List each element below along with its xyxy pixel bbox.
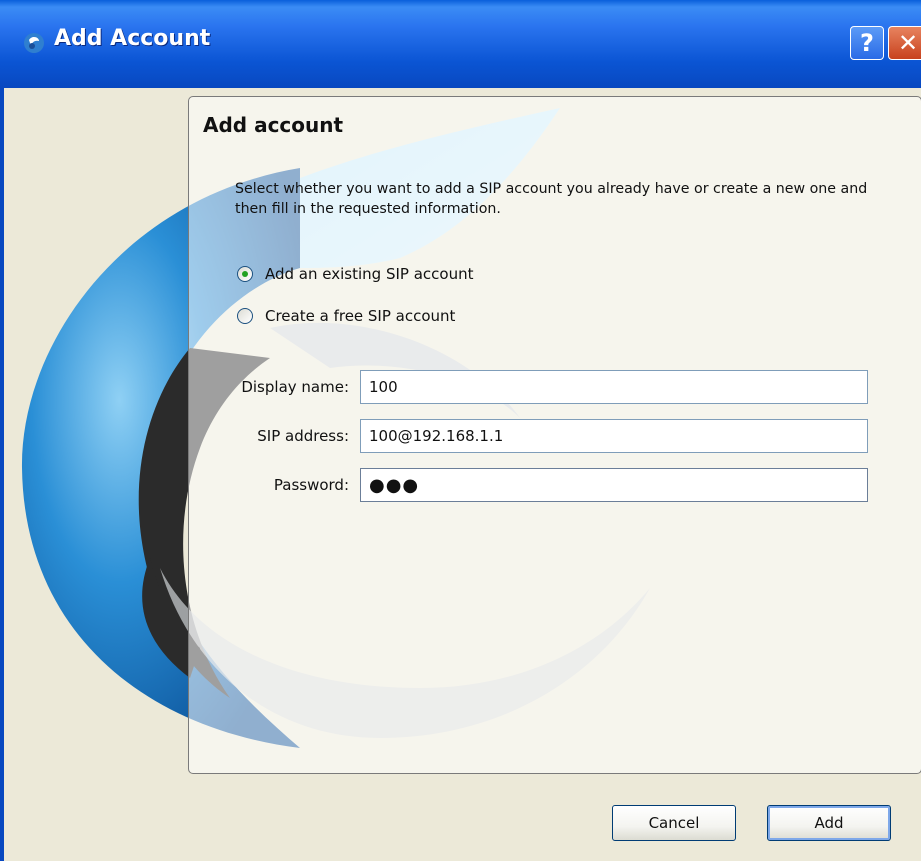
window-title: Add Account bbox=[54, 26, 211, 51]
close-icon: ✕ bbox=[897, 29, 919, 57]
help-icon: ? bbox=[860, 29, 874, 57]
add-button[interactable]: Add bbox=[767, 805, 891, 841]
account-panel: Add account Select whether you want to a… bbox=[188, 96, 921, 774]
sip-address-field[interactable] bbox=[360, 419, 868, 453]
radio-unselected-icon[interactable] bbox=[237, 308, 253, 324]
close-button[interactable]: ✕ bbox=[888, 26, 921, 60]
radio-create-label: Create a free SIP account bbox=[265, 307, 456, 325]
radio-existing-label: Add an existing SIP account bbox=[265, 265, 474, 283]
app-logo-icon bbox=[24, 33, 44, 53]
add-account-window: Add Account ? ✕ Add account Select wheth… bbox=[0, 0, 921, 861]
radio-existing-account[interactable]: Add an existing SIP account bbox=[237, 262, 473, 286]
window-border bbox=[0, 88, 4, 861]
display-name-field[interactable] bbox=[360, 370, 868, 404]
display-name-label: Display name: bbox=[241, 378, 349, 396]
help-button[interactable]: ? bbox=[850, 26, 884, 60]
description-text: Select whether you want to add a SIP acc… bbox=[235, 181, 868, 217]
password-field[interactable] bbox=[360, 468, 868, 502]
panel-title: Add account bbox=[203, 113, 344, 137]
password-label: Password: bbox=[273, 476, 349, 494]
title-bar[interactable]: Add Account ? ✕ bbox=[0, 0, 921, 88]
sip-address-label: SIP address: bbox=[257, 427, 349, 445]
radio-selected-icon[interactable] bbox=[237, 266, 253, 282]
radio-create-account[interactable]: Create a free SIP account bbox=[237, 304, 455, 328]
cancel-button[interactable]: Cancel bbox=[612, 805, 736, 841]
